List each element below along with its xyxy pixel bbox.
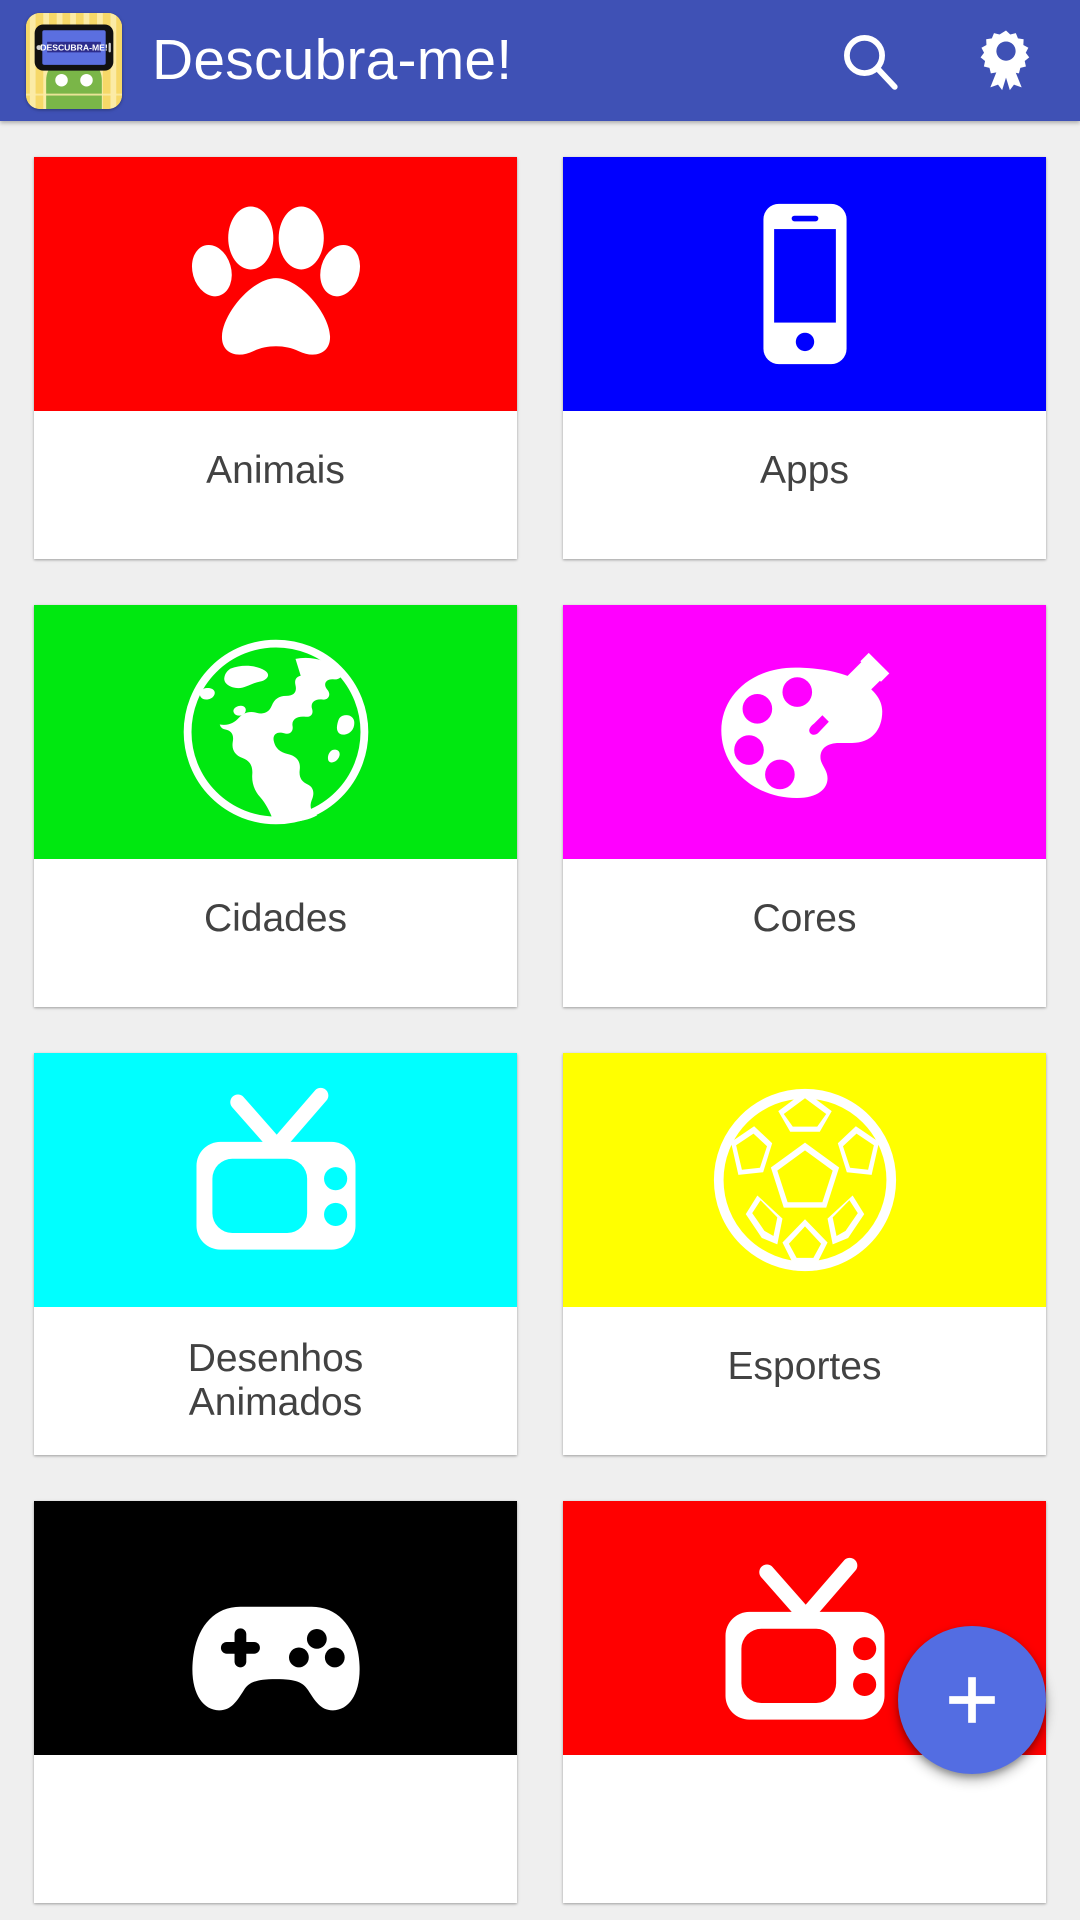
card-label: Animais [206, 449, 345, 492]
app-bar-actions [834, 25, 1054, 97]
logo-screen-text: DESCUBRA-ME! [40, 42, 108, 52]
globe-icon [183, 639, 368, 825]
card-art-cores [563, 605, 1046, 859]
card-art-partial-jogos [34, 1501, 517, 1755]
card-label [34, 1755, 517, 1903]
card-art-animais [34, 157, 517, 411]
category-grid-scroll[interactable]: Animais Apps Cidades Cores Desenhos Anim… [0, 121, 1080, 1920]
palette-icon [720, 652, 889, 798]
app-bar: DESCUBRA-ME! Descubra-me! [0, 0, 1080, 121]
television-icon [725, 1557, 884, 1720]
soccer-ball-icon [713, 1088, 896, 1272]
search-icon[interactable] [834, 25, 906, 97]
add-category-fab[interactable] [898, 1626, 1046, 1774]
television-icon [196, 1087, 355, 1250]
page-title: Descubra-me! [152, 28, 513, 92]
category-card-cores[interactable]: Cores [563, 605, 1046, 1007]
category-card-esportes[interactable]: Esportes [563, 1053, 1046, 1455]
category-grid: Animais Apps Cidades Cores Desenhos Anim… [0, 121, 1080, 1903]
card-art-apps [563, 157, 1046, 411]
card-art-cidades [34, 605, 517, 859]
category-card-animais[interactable]: Animais [34, 157, 517, 559]
card-art-desenhos-animados [34, 1053, 517, 1307]
smartphone-icon [762, 203, 847, 365]
card-label: Esportes [727, 1345, 882, 1388]
card-label: Cores [752, 897, 857, 940]
card-label: Apps [760, 449, 849, 492]
category-card-cidades[interactable]: Cidades [34, 605, 517, 1007]
category-card-partial-jogos[interactable] [34, 1501, 517, 1903]
paw-icon [191, 206, 360, 355]
card-art-esportes [563, 1053, 1046, 1307]
plus-icon [949, 1677, 995, 1723]
gamepad-icon [191, 1606, 360, 1711]
category-card-apps[interactable]: Apps [563, 157, 1046, 559]
award-ribbon-icon[interactable] [970, 25, 1042, 97]
card-label: Desenhos Animados [187, 1337, 364, 1425]
app-logo-android-with-phone: DESCUBRA-ME! [26, 12, 122, 109]
card-label [563, 1755, 1046, 1903]
card-label: Cidades [203, 897, 348, 940]
category-card-desenhos-animados[interactable]: Desenhos Animados [34, 1053, 517, 1455]
